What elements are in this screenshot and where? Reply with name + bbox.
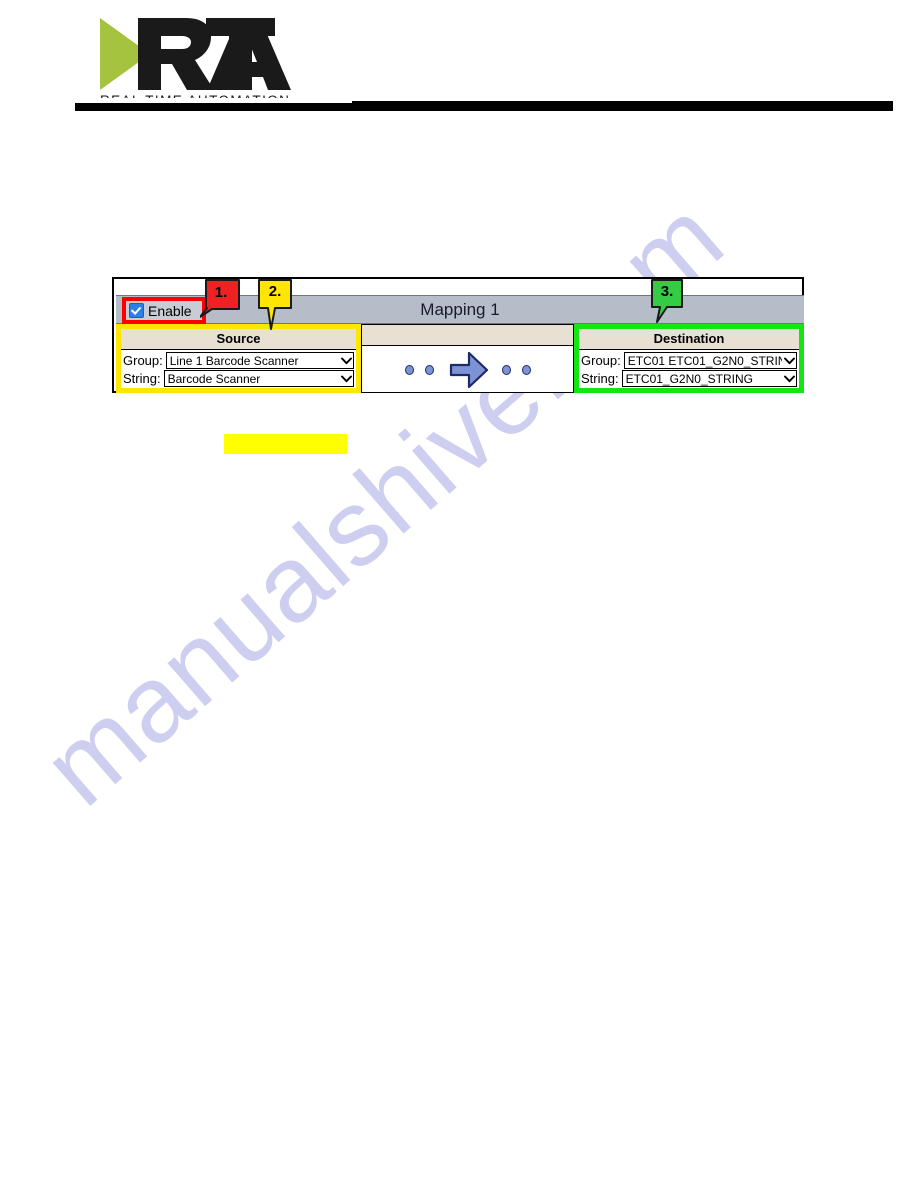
destination-string-row: String: ETC01_G2N0_STRING <box>581 370 797 387</box>
source-string-row: String: Barcode Scanner <box>123 370 354 387</box>
chevron-down-icon[interactable] <box>339 375 353 383</box>
destination-string-value: ETC01_G2N0_STRING <box>625 371 753 386</box>
flow-dot <box>501 365 511 375</box>
middle-body <box>362 346 573 392</box>
destination-column: Destination Group: ETC01 ETC01_G2N0_STRI… <box>574 324 804 393</box>
destination-group-select[interactable]: ETC01 ETC01_G2N0_STRIN <box>623 352 797 369</box>
callout-bubble-2-icon <box>258 279 292 330</box>
callout-bubble-1-icon <box>200 279 240 318</box>
source-string-value: Barcode Scanner <box>167 371 261 386</box>
destination-group-value: ETC01 ETC01_G2N0_STRIN <box>627 353 782 368</box>
flow-dot <box>521 365 531 375</box>
header-rule <box>75 103 893 111</box>
source-group-select[interactable]: Line 1 Barcode Scanner <box>165 352 354 369</box>
right-arrow-icon <box>449 351 488 389</box>
direction-indicator <box>364 348 571 392</box>
callout-marker-2: 2. <box>258 279 292 331</box>
flow-dot <box>404 365 414 375</box>
rta-logo: REAL TIME AUTOMATION <box>98 12 294 98</box>
destination-header: Destination <box>579 329 799 350</box>
callout-marker-1: 1. <box>200 279 240 324</box>
source-fields: Group: Line 1 Barcode Scanner String: Ba… <box>121 350 356 388</box>
callout-bubble-3-icon <box>651 279 683 323</box>
watermark-text: manualshive.com <box>20 175 746 829</box>
destination-fields: Group: ETC01 ETC01_G2N0_STRIN String: ET… <box>579 350 799 388</box>
destination-string-label: String: <box>581 371 619 386</box>
chevron-down-icon[interactable] <box>782 357 796 365</box>
source-string-select[interactable]: Barcode Scanner <box>163 370 354 387</box>
page-watermark: manualshive.com <box>20 176 918 1000</box>
yellow-highlight-bar <box>224 434 347 454</box>
destination-group-row: Group: ETC01 ETC01_G2N0_STRIN <box>581 352 797 369</box>
chevron-down-icon[interactable] <box>339 357 353 365</box>
mapping-columns: Source Group: Line 1 Barcode Scanner Str… <box>116 324 804 393</box>
middle-header <box>362 325 573 346</box>
source-group-value: Line 1 Barcode Scanner <box>169 353 299 368</box>
callout-marker-3: 3. <box>651 279 683 324</box>
checkbox-checked-icon[interactable] <box>129 303 144 318</box>
middle-column <box>361 324 574 393</box>
source-string-label: String: <box>123 371 161 386</box>
source-group-row: Group: Line 1 Barcode Scanner <box>123 352 354 369</box>
destination-string-select[interactable]: ETC01_G2N0_STRING <box>621 370 797 387</box>
logo-tagline: REAL TIME AUTOMATION <box>100 93 290 98</box>
enable-checkbox-group[interactable]: Enable <box>122 297 206 324</box>
source-header: Source <box>121 329 356 350</box>
chevron-down-icon[interactable] <box>782 375 796 383</box>
enable-label: Enable <box>148 302 192 319</box>
page-header: REAL TIME AUTOMATION <box>0 0 918 120</box>
rta-logo-icon: REAL TIME AUTOMATION <box>100 18 291 98</box>
flow-dot <box>424 365 434 375</box>
source-column: Source Group: Line 1 Barcode Scanner Str… <box>116 324 361 393</box>
destination-group-label: Group: <box>581 353 621 368</box>
source-group-label: Group: <box>123 353 163 368</box>
